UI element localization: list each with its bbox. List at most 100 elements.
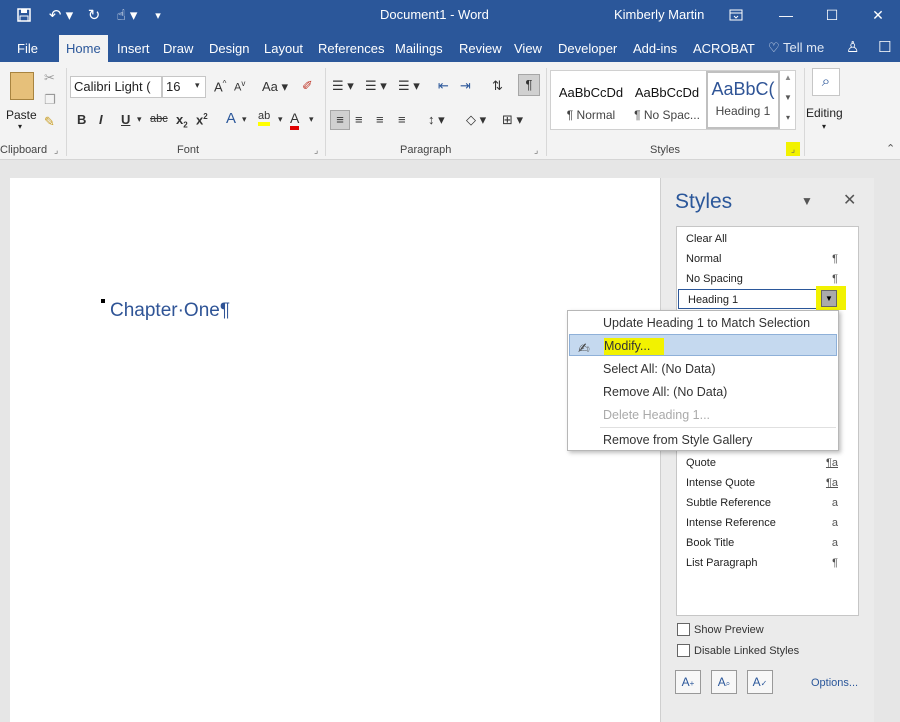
format-painter-icon[interactable]: ✎ [44, 114, 55, 130]
shrink-font-icon[interactable]: Av [234, 79, 245, 94]
strikethrough-icon[interactable]: abc [150, 113, 168, 125]
pane-options-icon[interactable]: ▼ [801, 194, 813, 208]
options-link[interactable]: Options... [811, 677, 858, 689]
styles-launcher-icon[interactable]: ⌟ [786, 142, 800, 156]
style-gallery-no-spacing[interactable]: AaBbCcDd ¶ No Spac... [629, 71, 705, 129]
collapse-ribbon-icon[interactable]: ⌃ [886, 142, 895, 155]
tell-me-box[interactable]: ♡ Tell me [768, 40, 824, 56]
minimize-icon[interactable]: — [764, 0, 808, 30]
tab-draw[interactable]: Draw [163, 30, 193, 62]
borders-icon[interactable]: ⊞ ▾ [502, 112, 523, 128]
tab-references[interactable]: References [318, 30, 384, 62]
align-right-icon[interactable]: ≡ [376, 112, 384, 127]
tab-layout[interactable]: Layout [264, 30, 303, 62]
subscript-icon[interactable]: x2 [176, 112, 188, 130]
menu-item-select-all[interactable]: Select All: (No Data) [569, 358, 837, 380]
align-center-icon[interactable]: ≡ [355, 112, 363, 127]
underline-dropdown-icon[interactable]: ▾ [137, 114, 142, 125]
customize-quick-access-icon[interactable]: ▾ [150, 0, 166, 30]
comments-icon[interactable]: ☐ [878, 38, 891, 56]
tab-developer[interactable]: Developer [558, 30, 617, 62]
bullets-icon[interactable]: ☰ ▾ [332, 78, 354, 94]
grow-font-icon[interactable]: A^ [214, 79, 226, 94]
tab-view[interactable]: View [514, 30, 542, 62]
text-effects-dropdown-icon[interactable]: ▾ [242, 114, 247, 125]
justify-icon[interactable]: ≡ [398, 112, 406, 127]
gallery-more-icon[interactable]: ▾ [782, 113, 794, 127]
touch-mode-icon[interactable]: ☝ ▾ [112, 0, 142, 30]
increase-indent-icon[interactable]: ⇥ [460, 78, 471, 94]
manage-styles-icon[interactable]: A✓ [747, 670, 773, 694]
paste-button[interactable]: Paste ▾ [6, 68, 40, 131]
align-left-icon[interactable]: ≡ [330, 110, 350, 130]
underline-icon[interactable]: U [121, 112, 130, 127]
disable-linked-styles-checkbox[interactable] [677, 644, 690, 657]
style-gallery-heading-1[interactable]: AaBbC( Heading 1 [706, 71, 780, 129]
style-dropdown-icon[interactable]: ▼ [821, 290, 837, 307]
font-color-icon[interactable]: A [290, 110, 300, 130]
highlight-color-icon[interactable]: ab [258, 110, 271, 126]
style-item-quote[interactable]: Quote ¶a [677, 453, 858, 473]
line-spacing-icon[interactable]: ↕ ▾ [428, 112, 445, 128]
text-effects-icon[interactable]: A [226, 110, 236, 127]
style-item-list-paragraph[interactable]: List Paragraph ¶ [677, 553, 858, 573]
style-item-intense-quote[interactable]: Intense Quote ¶a [677, 473, 858, 493]
font-color-dropdown-icon[interactable]: ▾ [309, 114, 314, 125]
style-item-clear-all[interactable]: Clear All [677, 229, 858, 249]
decrease-indent-icon[interactable]: ⇤ [438, 78, 449, 94]
redo-icon[interactable]: ↻ [84, 0, 104, 30]
share-icon[interactable]: ♙ [846, 38, 859, 56]
user-name[interactable]: Kimberly Martin [614, 7, 704, 22]
tab-design[interactable]: Design [209, 30, 249, 62]
menu-item-modify[interactable]: ✍ Modify... [569, 334, 837, 356]
paragraph-launcher-icon[interactable]: ⌟ [534, 145, 544, 155]
superscript-icon[interactable]: x2 [196, 112, 208, 127]
font-size-dropdown-icon[interactable]: ▾ [195, 80, 200, 91]
close-icon[interactable]: ✕ [843, 190, 856, 210]
document-heading[interactable]: Chapter·One¶ [110, 300, 230, 322]
style-item-normal[interactable]: Normal ¶ [677, 249, 858, 269]
tab-home[interactable]: Home [59, 35, 108, 62]
save-icon[interactable] [12, 0, 36, 30]
style-item-book-title[interactable]: Book Title a [677, 533, 858, 553]
change-case-button[interactable]: Aa ▾ [262, 79, 288, 95]
multilevel-list-icon[interactable]: ☰ ▾ [398, 78, 420, 94]
close-window-icon[interactable]: ✕ [856, 0, 900, 30]
undo-icon[interactable]: ↶ ▾ [46, 0, 76, 30]
new-style-icon[interactable]: A+ [675, 670, 701, 694]
tab-mailings[interactable]: Mailings [395, 30, 443, 62]
style-item-subtle-reference[interactable]: Subtle Reference a [677, 493, 858, 513]
show-formatting-marks-icon[interactable]: ¶ [518, 74, 540, 96]
maximize-icon[interactable]: ☐ [810, 0, 854, 30]
style-inspector-icon[interactable]: A⌕ [711, 670, 737, 694]
tab-file[interactable]: File [17, 30, 38, 62]
bold-icon[interactable]: B [77, 112, 86, 127]
copy-icon[interactable]: ❐ [44, 92, 56, 108]
highlight-dropdown-icon[interactable]: ▾ [278, 114, 283, 125]
clipboard-launcher-icon[interactable]: ⌟ [54, 145, 64, 155]
document-title: Document1 - Word [380, 7, 489, 22]
style-item-intense-reference[interactable]: Intense Reference a [677, 513, 858, 533]
numbering-icon[interactable]: ☰ ▾ [365, 78, 387, 94]
font-family-combo[interactable]: Calibri Light ( [70, 76, 162, 98]
menu-item-remove-from-gallery[interactable]: Remove from Style Gallery [569, 429, 837, 451]
document-page[interactable] [10, 178, 660, 722]
menu-item-update-to-match[interactable]: Update Heading 1 to Match Selection [569, 312, 837, 334]
tab-review[interactable]: Review [459, 30, 502, 62]
clear-formatting-icon[interactable]: ✐ [302, 78, 313, 94]
editing-button[interactable]: ⌕ Editing ▾ [806, 68, 846, 140]
style-gallery-normal[interactable]: AaBbCcDd ¶ Normal [553, 71, 629, 129]
italic-icon[interactable]: I [99, 112, 103, 127]
cut-icon[interactable]: ✂ [44, 70, 55, 86]
gallery-scroll-down-icon[interactable]: ▼ [782, 93, 794, 111]
tab-acrobat[interactable]: ACROBAT [693, 30, 755, 62]
shading-icon[interactable]: ◇ ▾ [466, 112, 486, 128]
gallery-scroll-up-icon[interactable]: ▲ [782, 73, 794, 91]
font-launcher-icon[interactable]: ⌟ [314, 145, 324, 155]
menu-item-remove-all[interactable]: Remove All: (No Data) [569, 381, 837, 403]
tab-insert[interactable]: Insert [117, 30, 150, 62]
sort-icon[interactable]: ⇅ [492, 78, 503, 94]
ribbon-display-options-icon[interactable] [714, 0, 758, 30]
tab-add-ins[interactable]: Add-ins [633, 30, 677, 62]
show-preview-checkbox[interactable] [677, 623, 690, 636]
